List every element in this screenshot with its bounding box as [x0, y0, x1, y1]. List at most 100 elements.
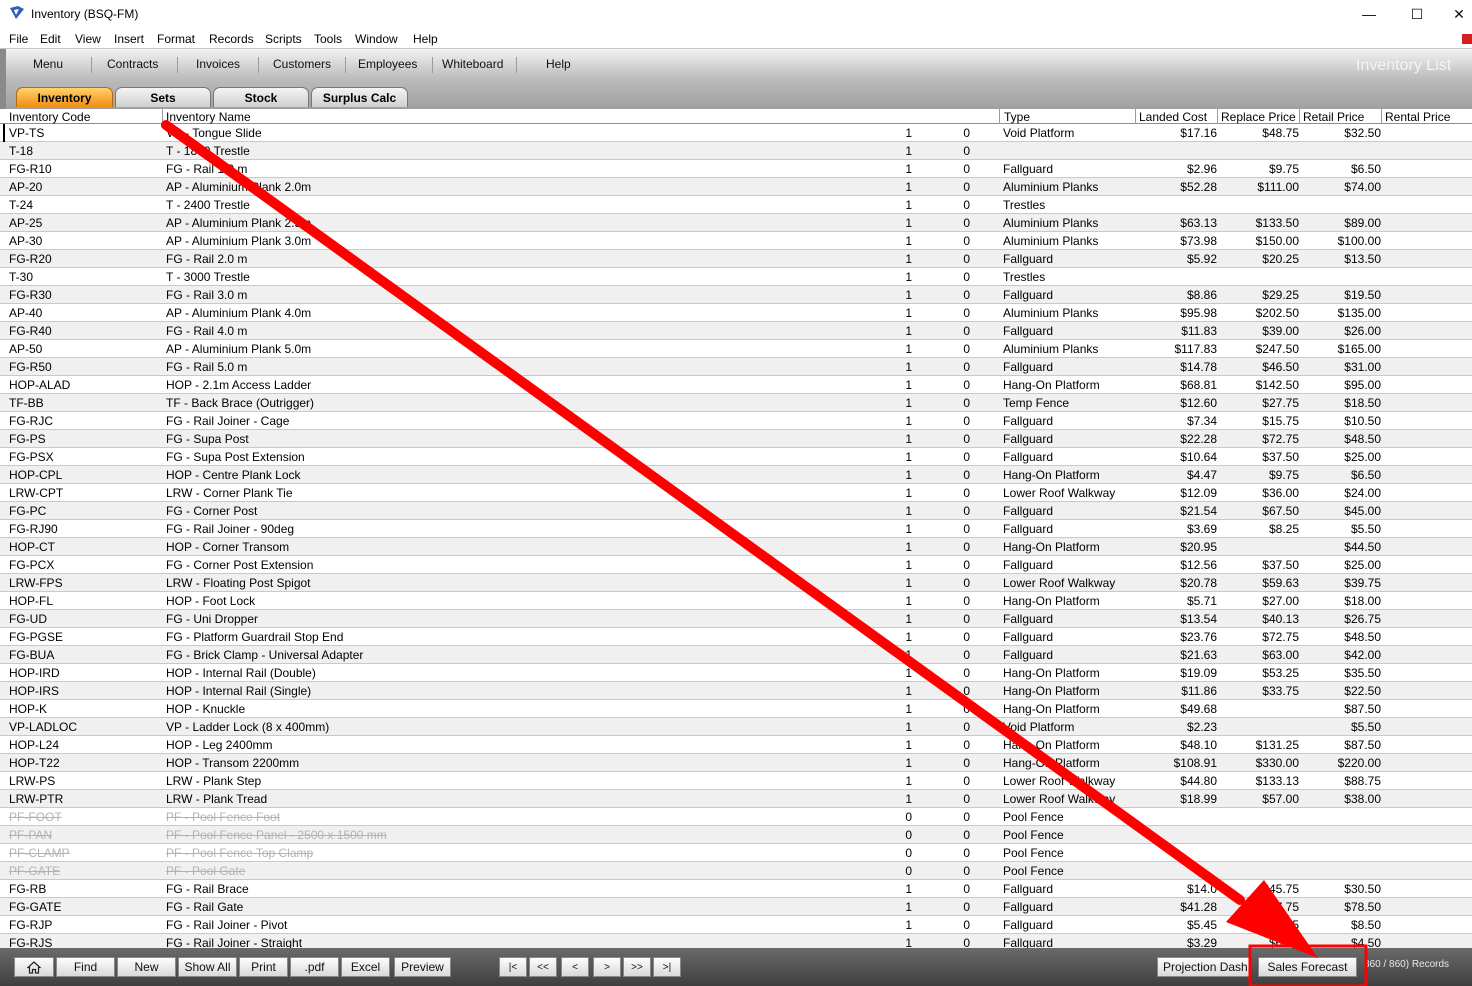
menu-format[interactable]: Format	[157, 32, 195, 46]
find-button[interactable]: Find	[56, 957, 115, 977]
nav-customers-button[interactable]: Customers	[273, 57, 331, 71]
table-row[interactable]: FG-PGSE FG - Platform Guardrail Stop End 1…	[0, 628, 1472, 646]
table-row[interactable]: FG-RJC FG - Rail Joiner - Cage 1 0 Fallguard…	[0, 412, 1472, 430]
table-row[interactable]: FG-GATE FG - Rail Gate 1 0 Fallguard $41.28 $1…	[0, 898, 1472, 916]
table-row[interactable]: HOP-CT HOP - Corner Transom 1 0 Hang-On Plat…	[0, 538, 1472, 556]
show-all-button[interactable]: Show All	[178, 957, 237, 977]
table-row[interactable]: VP-LADLOC VP - Ladder Lock (8 x 400mm) 1 0 V…	[0, 718, 1472, 736]
nav-menu-button[interactable]: Menu	[33, 57, 63, 71]
table-row[interactable]: FG-PCX FG - Corner Post Extension 1 0 Fallgu…	[0, 556, 1472, 574]
table-row[interactable]: FG-PSX FG - Supa Post Extension 1 0 Fallguar…	[0, 448, 1472, 466]
menu-tools[interactable]: Tools	[314, 32, 342, 46]
new-button[interactable]: New	[117, 957, 176, 977]
table-row[interactable]: HOP-CPL HOP - Centre Plank Lock 1 0 Hang-On …	[0, 466, 1472, 484]
table-row[interactable]: LRW-PS LRW - Plank Step 1 0 Lower Roof Walkw…	[0, 772, 1472, 790]
cell-code: HOP-CT	[9, 540, 55, 554]
menu-scripts[interactable]: Scripts	[265, 32, 302, 46]
maximize-icon[interactable]: ☐	[1394, 0, 1440, 28]
table-row[interactable]: AP-40 AP - Aluminium Plank 4.0m 1 0 Aluminiu…	[0, 304, 1472, 322]
table-row[interactable]: LRW-FPS LRW - Floating Post Spigot 1 0 Lower…	[0, 574, 1472, 592]
cell-qty: 1	[905, 324, 912, 338]
col-rental-price[interactable]: Rental Price	[1385, 110, 1450, 124]
table-row[interactable]: HOP-FL HOP - Foot Lock 1 0 Hang-On Platform $…	[0, 592, 1472, 610]
table-row[interactable]: FG-RB FG - Rail Brace 1 0 Fallguard $14.0 $45.…	[0, 880, 1472, 898]
pdf-button[interactable]: .pdf	[290, 957, 339, 977]
table-row[interactable]: T-30 T - 3000 Trestle 1 0 Trestles	[0, 268, 1472, 286]
nav-invoices-button[interactable]: Invoices	[196, 57, 240, 71]
nav-contracts-button[interactable]: Contracts	[107, 57, 158, 71]
table-row[interactable]: HOP-L24 HOP - Leg 2400mm 1 0 Hang-On Platfor…	[0, 736, 1472, 754]
last-record-button[interactable]: >|	[653, 957, 681, 977]
col-type[interactable]: Type	[1004, 110, 1030, 124]
table-row[interactable]: AP-50 AP - Aluminium Plank 5.0m 1 0 Aluminiu…	[0, 340, 1472, 358]
table-row[interactable]: AP-30 AP - Aluminium Plank 3.0m 1 0 Aluminiu…	[0, 232, 1472, 250]
next-page-button[interactable]: >>	[623, 957, 651, 977]
cell-name: FG - Supa Post Extension	[166, 450, 305, 464]
table-row[interactable]: FG-RJ90 FG - Rail Joiner - 90deg 1 0 Fallgua…	[0, 520, 1472, 538]
first-record-button[interactable]: |<	[499, 957, 527, 977]
table-row[interactable]: FG-R10 FG - Rail 1.0 m 1 0 Fallguard $2.96 $9.…	[0, 160, 1472, 178]
table-row[interactable]: VP-TS VP - Tongue Slide 1 0 Void Platform $17…	[0, 124, 1472, 142]
home-icon[interactable]	[14, 957, 54, 977]
table-row[interactable]: FG-R30 FG - Rail 3.0 m 1 0 Fallguard $8.86 $29…	[0, 286, 1472, 304]
tab-sets[interactable]: Sets	[115, 87, 211, 107]
tab-stock[interactable]: Stock	[213, 87, 309, 107]
nav-employees-button[interactable]: Employees	[358, 57, 417, 71]
cell-code: HOP-K	[9, 702, 48, 716]
menu-insert[interactable]: Insert	[114, 32, 144, 46]
menu-view[interactable]: View	[75, 32, 101, 46]
nav-whiteboard-button[interactable]: Whiteboard	[442, 57, 503, 71]
minimize-icon[interactable]: —	[1346, 0, 1392, 28]
nav-help-button[interactable]: Help	[546, 57, 571, 71]
table-row[interactable]: FG-R40 FG - Rail 4.0 m 1 0 Fallguard $11.83 $3…	[0, 322, 1472, 340]
table-row[interactable]: AP-25 AP - Aluminium Plank 2.5m 1 0 Aluminiu…	[0, 214, 1472, 232]
table-row[interactable]: FG-R20 FG - Rail 2.0 m 1 0 Fallguard $5.92 $20…	[0, 250, 1472, 268]
tab-inventory[interactable]: Inventory	[16, 87, 113, 107]
sales-forecast-button[interactable]: Sales Forecast	[1258, 957, 1357, 977]
table-row[interactable]: PF-GATE PF - Pool Gate 0 0 Pool Fence	[0, 862, 1472, 880]
preview-button[interactable]: Preview	[394, 957, 451, 977]
table-row[interactable]: T-18 T - 1800 Trestle 1 0	[0, 142, 1472, 160]
cell-replace-price: $142.50	[1255, 378, 1299, 392]
table-row[interactable]: FG-PC FG - Corner Post 1 0 Fallguard $21.54 $6…	[0, 502, 1472, 520]
col-inventory-name[interactable]: Inventory Name	[166, 110, 251, 124]
table-row[interactable]: HOP-K HOP - Knuckle 1 0 Hang-On Platform $49.…	[0, 700, 1472, 718]
cell-type: Fallguard	[1003, 936, 1054, 948]
col-replace-price[interactable]: Replace Price	[1221, 110, 1296, 124]
table-row[interactable]: FG-RJP FG - Rail Joiner - Pivot 1 0 Fallguar…	[0, 916, 1472, 934]
table-row[interactable]: HOP-IRD HOP - Internal Rail (Double) 1 0 Han…	[0, 664, 1472, 682]
menu-records[interactable]: Records	[209, 32, 254, 46]
prev-record-button[interactable]: <	[561, 957, 589, 977]
table-row[interactable]: FG-RJS FG - Rail Joiner - Straight 1 0 Fallg…	[0, 934, 1472, 948]
menu-file[interactable]: File	[9, 32, 28, 46]
table-row[interactable]: FG-UD FG - Uni Dropper 1 0 Fallguard $13.54 $4…	[0, 610, 1472, 628]
table-row[interactable]: PF-FOOT PF - Pool Fence Foot 0 0 Pool Fence	[0, 808, 1472, 826]
excel-button[interactable]: Excel	[341, 957, 390, 977]
table-row[interactable]: HOP-T22 HOP - Transom 2200mm 1 0 Hang-On Pla…	[0, 754, 1472, 772]
cell-name: FG - Supa Post	[166, 432, 249, 446]
menu-edit[interactable]: Edit	[40, 32, 61, 46]
close-icon[interactable]: ✕	[1436, 0, 1472, 28]
next-record-button[interactable]: >	[593, 957, 621, 977]
table-row[interactable]: LRW-PTR LRW - Plank Tread 1 0 Lower Roof Wal…	[0, 790, 1472, 808]
table-row[interactable]: LRW-CPT LRW - Corner Plank Tie 1 0 Lower Roo…	[0, 484, 1472, 502]
table-row[interactable]: FG-BUA FG - Brick Clamp - Universal Adapt…	[0, 646, 1472, 664]
menu-help[interactable]: Help	[413, 32, 438, 46]
table-row[interactable]: TF-BB TF - Back Brace (Outrigger) 1 0 Temp F…	[0, 394, 1472, 412]
table-row[interactable]: T-24 T - 2400 Trestle 1 0 Trestles	[0, 196, 1472, 214]
table-row[interactable]: HOP-ALAD HOP - 2.1m Access Ladder 1 0 Hang-O…	[0, 376, 1472, 394]
table-row[interactable]: FG-R50 FG - Rail 5.0 m 1 0 Fallguard $14.78 $4…	[0, 358, 1472, 376]
tab-surplus-calc[interactable]: Surplus Calc	[311, 87, 408, 107]
table-row[interactable]: PF-PAN PF - Pool Fence Panel - 2500 x 150…	[0, 826, 1472, 844]
col-retail-price[interactable]: Retail Price	[1303, 110, 1364, 124]
col-inventory-code[interactable]: Inventory Code	[9, 110, 90, 124]
table-row[interactable]: FG-PS FG - Supa Post 1 0 Fallguard $22.28 $72.…	[0, 430, 1472, 448]
table-row[interactable]: HOP-IRS HOP - Internal Rail (Single) 1 0 Han…	[0, 682, 1472, 700]
col-landed-cost[interactable]: Landed Cost	[1139, 110, 1207, 124]
projection-dash-button[interactable]: Projection Dash	[1157, 957, 1251, 977]
table-row[interactable]: AP-20 AP - Aluminium Plank 2.0m 1 0 Aluminiu…	[0, 178, 1472, 196]
menu-window[interactable]: Window	[355, 32, 398, 46]
prev-page-button[interactable]: <<	[529, 957, 557, 977]
table-row[interactable]: PF-CLAMP PF - Pool Fence Top Clamp 0 0 Pool …	[0, 844, 1472, 862]
print-button[interactable]: Print	[239, 957, 288, 977]
